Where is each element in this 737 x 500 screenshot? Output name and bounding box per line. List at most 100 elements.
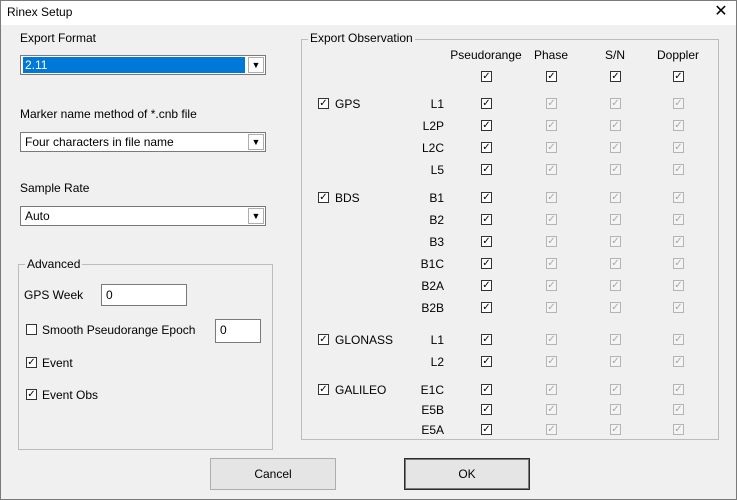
band-label: L1 bbox=[430, 97, 444, 111]
band-label: B2B bbox=[421, 301, 444, 315]
observation-checkbox: ✓ bbox=[673, 384, 684, 395]
observation-checkbox: ✓ bbox=[673, 164, 684, 175]
observation-checkbox[interactable]: ✓ bbox=[481, 356, 492, 367]
ok-button[interactable]: OK bbox=[404, 458, 530, 490]
column-header-doppler: Doppler bbox=[656, 48, 700, 62]
observation-checkbox: ✓ bbox=[610, 214, 621, 225]
system-checkbox-bds[interactable]: ✓ bbox=[318, 192, 329, 203]
column-all-checkbox[interactable]: ✓ bbox=[481, 71, 492, 82]
observation-checkbox: ✓ bbox=[673, 192, 684, 203]
observation-checkbox[interactable]: ✓ bbox=[481, 164, 492, 175]
observation-checkbox[interactable]: ✓ bbox=[481, 192, 492, 203]
observation-checkbox: ✓ bbox=[610, 424, 621, 435]
export-format-value: 2.11 bbox=[23, 57, 245, 73]
gps-week-input[interactable]: 0 bbox=[101, 284, 187, 306]
band-label: B2 bbox=[429, 213, 444, 227]
advanced-group-title: Advanced bbox=[25, 257, 83, 271]
observation-checkbox: ✓ bbox=[546, 356, 557, 367]
observation-checkbox[interactable]: ✓ bbox=[481, 384, 492, 395]
marker-name-select[interactable]: Four characters in file name ▼ bbox=[20, 132, 266, 152]
system-checkbox-glonass[interactable]: ✓ bbox=[318, 334, 329, 345]
observation-checkbox: ✓ bbox=[546, 214, 557, 225]
observation-checkbox[interactable]: ✓ bbox=[481, 142, 492, 153]
observation-checkbox: ✓ bbox=[610, 120, 621, 131]
event-obs-checkbox[interactable]: ✓ bbox=[26, 389, 37, 400]
event-checkbox[interactable]: ✓ bbox=[26, 357, 37, 368]
observation-checkbox[interactable]: ✓ bbox=[481, 120, 492, 131]
gps-week-label: GPS Week bbox=[24, 288, 84, 302]
export-format-select[interactable]: 2.11 ▼ bbox=[20, 55, 266, 75]
export-observation-title: Export Observation bbox=[308, 31, 415, 45]
system-label-gps: GPS bbox=[335, 97, 361, 111]
system-label-glonass: GLONASS bbox=[335, 333, 394, 347]
observation-checkbox: ✓ bbox=[673, 98, 684, 109]
observation-checkbox: ✓ bbox=[673, 142, 684, 153]
observation-checkbox[interactable]: ✓ bbox=[481, 214, 492, 225]
observation-checkbox: ✓ bbox=[610, 164, 621, 175]
observation-checkbox: ✓ bbox=[610, 356, 621, 367]
column-all-checkbox[interactable]: ✓ bbox=[546, 71, 557, 82]
observation-checkbox: ✓ bbox=[673, 236, 684, 247]
export-observation-group bbox=[301, 39, 719, 440]
observation-checkbox: ✓ bbox=[546, 192, 557, 203]
observation-checkbox: ✓ bbox=[546, 164, 557, 175]
column-all-checkbox[interactable]: ✓ bbox=[610, 71, 621, 82]
observation-checkbox[interactable]: ✓ bbox=[481, 236, 492, 247]
band-label: L2C bbox=[421, 141, 444, 155]
smooth-epoch-input[interactable]: 0 bbox=[215, 319, 261, 343]
observation-checkbox: ✓ bbox=[546, 236, 557, 247]
observation-checkbox: ✓ bbox=[610, 334, 621, 345]
chevron-down-icon[interactable]: ▼ bbox=[248, 57, 264, 73]
band-label: E5B bbox=[421, 403, 444, 417]
sample-rate-select[interactable]: Auto ▼ bbox=[20, 206, 266, 226]
band-label: B1 bbox=[429, 191, 444, 205]
system-checkbox-gps[interactable]: ✓ bbox=[318, 98, 329, 109]
band-label: L2 bbox=[430, 355, 444, 369]
event-obs-label: Event Obs bbox=[42, 388, 99, 402]
export-format-label: Export Format bbox=[20, 31, 97, 45]
observation-checkbox[interactable]: ✓ bbox=[481, 334, 492, 345]
observation-checkbox: ✓ bbox=[610, 384, 621, 395]
chevron-down-icon[interactable]: ▼ bbox=[248, 134, 264, 150]
column-all-checkbox[interactable]: ✓ bbox=[673, 71, 684, 82]
observation-checkbox: ✓ bbox=[673, 302, 684, 313]
observation-checkbox: ✓ bbox=[546, 280, 557, 291]
observation-checkbox[interactable]: ✓ bbox=[481, 258, 492, 269]
observation-checkbox: ✓ bbox=[546, 302, 557, 313]
observation-checkbox: ✓ bbox=[610, 404, 621, 415]
smooth-pseudorange-label: Smooth Pseudorange Epoch bbox=[42, 323, 196, 337]
observation-checkbox: ✓ bbox=[610, 98, 621, 109]
band-label: L5 bbox=[430, 163, 444, 177]
window-title: Rinex Setup bbox=[7, 5, 73, 19]
observation-checkbox: ✓ bbox=[546, 384, 557, 395]
smooth-pseudorange-checkbox[interactable] bbox=[26, 324, 37, 335]
observation-checkbox[interactable]: ✓ bbox=[481, 98, 492, 109]
sample-rate-label: Sample Rate bbox=[20, 181, 90, 195]
chevron-down-icon[interactable]: ▼ bbox=[248, 208, 264, 224]
observation-checkbox: ✓ bbox=[673, 258, 684, 269]
observation-checkbox: ✓ bbox=[610, 258, 621, 269]
system-checkbox-galileo[interactable]: ✓ bbox=[318, 384, 329, 395]
observation-checkbox: ✓ bbox=[610, 280, 621, 291]
observation-checkbox: ✓ bbox=[673, 280, 684, 291]
observation-checkbox: ✓ bbox=[546, 98, 557, 109]
observation-checkbox[interactable]: ✓ bbox=[481, 404, 492, 415]
system-label-galileo: GALILEO bbox=[335, 383, 387, 397]
observation-checkbox: ✓ bbox=[610, 236, 621, 247]
close-icon[interactable]: ✕ bbox=[712, 3, 730, 21]
observation-checkbox[interactable]: ✓ bbox=[481, 302, 492, 313]
sample-rate-value: Auto bbox=[25, 209, 50, 223]
observation-checkbox: ✓ bbox=[610, 142, 621, 153]
band-label: L2P bbox=[422, 119, 444, 133]
observation-checkbox: ✓ bbox=[546, 258, 557, 269]
observation-checkbox: ✓ bbox=[673, 214, 684, 225]
title-bar: Rinex Setup ✕ bbox=[1, 1, 736, 25]
observation-checkbox: ✓ bbox=[546, 120, 557, 131]
observation-checkbox[interactable]: ✓ bbox=[481, 424, 492, 435]
system-label-bds: BDS bbox=[335, 191, 360, 205]
observation-checkbox: ✓ bbox=[673, 334, 684, 345]
observation-checkbox: ✓ bbox=[546, 424, 557, 435]
cancel-button[interactable]: Cancel bbox=[210, 458, 336, 490]
marker-name-value: Four characters in file name bbox=[25, 135, 174, 149]
observation-checkbox[interactable]: ✓ bbox=[481, 280, 492, 291]
